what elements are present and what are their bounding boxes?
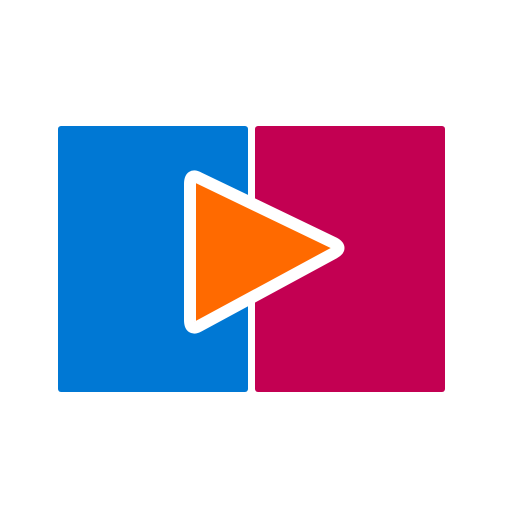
logo-canvas [0, 0, 512, 512]
play-button-logo-icon [58, 126, 445, 392]
